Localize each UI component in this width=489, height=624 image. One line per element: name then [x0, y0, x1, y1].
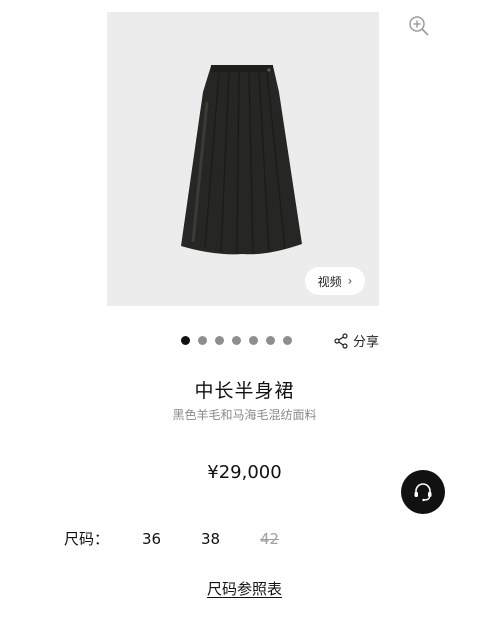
product-image[interactable]: 视频 › [107, 12, 379, 306]
skirt-image [181, 65, 302, 255]
carousel-dot[interactable] [283, 336, 292, 345]
size-option-36[interactable]: 36 [142, 530, 201, 548]
zoom-in-icon [409, 16, 429, 36]
size-selector: 尺码： 36 38 42 [64, 528, 319, 549]
customer-support-button[interactable] [401, 470, 445, 514]
size-label: 尺码： [64, 530, 110, 548]
share-icon [334, 332, 348, 349]
video-button[interactable]: 视频 › [305, 267, 365, 295]
chevron-right-icon: › [347, 274, 353, 288]
carousel-dot[interactable] [266, 336, 275, 345]
headset-icon [414, 483, 432, 502]
zoom-button[interactable] [404, 11, 434, 41]
product-subtitle: 黑色羊毛和马海毛混纺面料 [172, 408, 317, 422]
share-label: 分享 [353, 335, 380, 350]
size-option-42: 42 [260, 529, 280, 548]
video-label: 视频 [317, 274, 342, 289]
carousel-dot[interactable] [198, 336, 207, 345]
share-button[interactable]: 分享 [333, 331, 379, 350]
size-guide-link[interactable]: 尺码参照表 [207, 580, 282, 598]
size-option-38[interactable]: 38 [201, 530, 260, 548]
carousel-dots [181, 336, 292, 345]
product-title: 中长半身裙 [194, 380, 295, 402]
carousel-dot[interactable] [215, 336, 224, 345]
size-guide: 尺码参照表 [0, 578, 489, 599]
carousel-dot[interactable] [181, 336, 190, 345]
product-page: 视频 › 分享 中长半身裙 黑色羊毛和马海毛混纺面料 ¥29,000 尺码： 3… [0, 0, 489, 624]
carousel-dot[interactable] [232, 336, 241, 345]
carousel-dot[interactable] [249, 336, 258, 345]
